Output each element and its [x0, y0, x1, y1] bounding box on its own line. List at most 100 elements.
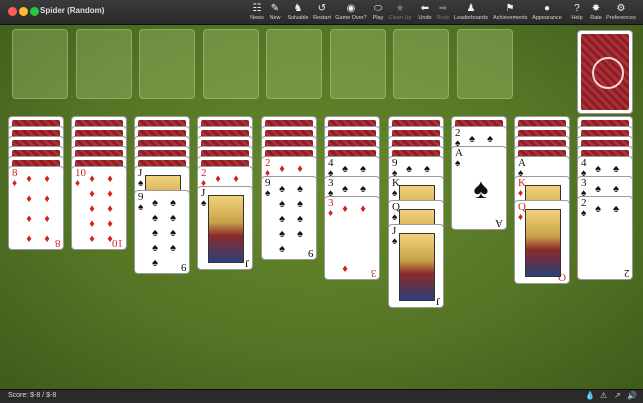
toolbar-achievements-button[interactable]: ⚑ Achievements	[493, 3, 528, 21]
suit-pip-icon: ♦	[342, 263, 348, 275]
game-board: 8♦8♦♦♦♦♦♦♦♦10♦10♦♦♦♦♦♦♦♦♦♦J♠J9♠9♠♠♠♠♠♠♠♠…	[0, 25, 643, 389]
card-j-spades[interactable]: J♠J	[197, 186, 253, 270]
card-rank-bottom: J	[435, 295, 440, 307]
suit-pip-icon: ♠	[297, 198, 303, 210]
suit-pip-icon: ♦	[26, 213, 32, 225]
card-a-spades[interactable]: A♠A♠	[451, 146, 507, 230]
suit-pip-icon: ♠	[595, 203, 601, 215]
suit-pip-icon: ♠	[170, 197, 176, 209]
suit-pip-icon: ♠	[170, 227, 176, 239]
title-bar: Spider (Random) ☷ News ✎ New ♞ Solvable ↺ Resta…	[0, 0, 643, 25]
suit-pip-icon: ♠	[342, 183, 348, 195]
suit-pip-icon: ♠	[152, 227, 158, 239]
suit-pip-icon: ♠	[613, 163, 619, 175]
suit-pip-icon: ♠	[152, 197, 158, 209]
stats-icon[interactable]: ↗	[614, 391, 621, 400]
drop-icon[interactable]: 💧	[585, 391, 595, 400]
foundation-slot[interactable]	[329, 29, 386, 99]
suit-pip-icon: ♦	[233, 173, 239, 185]
suit-pip-icon: ♠	[424, 163, 430, 175]
card-suit-icon: ♠	[581, 208, 587, 219]
foundation-slot[interactable]	[139, 29, 195, 99]
suit-pip-icon: ♦	[107, 188, 113, 200]
card-2-spades[interactable]: 2♠2♠♠	[577, 196, 633, 280]
card-3-diamonds[interactable]: 3 ♦ 3 ♦ ♦ ♦	[324, 196, 380, 280]
card-suit-icon: ♠	[201, 198, 207, 209]
suit-pip-icon: ♠	[152, 212, 158, 224]
card-suit-icon: ♠	[138, 178, 144, 189]
suit-pip-icon: ♦	[297, 163, 303, 175]
suit-pip-icon: ♠	[595, 183, 601, 195]
stock-pile[interactable]	[577, 30, 633, 114]
suit-pip-icon: ♦	[215, 173, 221, 185]
card-10-diamonds[interactable]: 10 ♦ 10 ♦ ♦ ♦ ♦ ♦ ♦ ♦ ♦ ♦ ♦	[71, 166, 127, 250]
card-suit-icon: ♦	[328, 208, 334, 219]
suit-pip-icon: ♦	[26, 233, 32, 245]
suit-pip-icon: ♠	[297, 183, 303, 195]
toolbar-leaderboards-button[interactable]: ♟ Leaderboards	[454, 3, 488, 21]
toolbar-label: Preferences	[606, 15, 636, 21]
suit-pip-icon: ♠	[170, 212, 176, 224]
card-rank-bottom: 3	[370, 267, 377, 279]
suit-pip-icon: ♦	[89, 233, 95, 245]
suit-pip-icon: ♠	[469, 133, 475, 145]
card-j-spades[interactable]: J♠J	[388, 224, 444, 308]
appearance-icon: ●	[543, 3, 551, 14]
court-figure	[208, 195, 244, 263]
score-text: Score: $-8 / $-8	[8, 392, 57, 399]
close-window-button[interactable]	[8, 7, 17, 16]
foundation-slot[interactable]	[266, 29, 322, 99]
warning-icon[interactable]: ⚠	[600, 391, 607, 400]
status-bar: Score: $-8 / $-8 💧 ⚠ ↗ 🔊	[0, 389, 643, 403]
card-pips: ♦ ♦ ♦ ♦ ♦ ♦ ♦ ♦	[21, 173, 55, 245]
card-rank-bottom: 9	[180, 261, 187, 273]
card-suit-icon: ♦	[518, 212, 524, 223]
card-suit-icon: ♠	[392, 236, 398, 247]
suit-pip-icon: ♠	[152, 242, 158, 254]
card-suit-icon: ♦	[518, 188, 524, 199]
suit-pip-icon: ♦	[44, 193, 50, 205]
card-8-diamonds[interactable]: 8 ♦ 8 ♦ ♦ ♦ ♦ ♦ ♦ ♦ ♦	[8, 166, 64, 250]
toolbar-preferences-button[interactable]: ⚙ Preferences	[604, 3, 638, 21]
foundation-slot[interactable]	[202, 29, 259, 99]
suit-pip-icon: ♦	[107, 218, 113, 230]
sound-icon[interactable]: 🔊	[627, 391, 637, 400]
card-suit-icon: ♠	[392, 188, 398, 199]
suit-pip-icon: ♠	[487, 133, 493, 145]
zoom-window-button[interactable]	[30, 7, 39, 16]
foundation-slot[interactable]	[75, 29, 132, 99]
card-9-spades[interactable]: 9♠9♠♠♠♠♠♠♠♠♠	[134, 190, 190, 274]
card-pips: ♦ ♦ ♦ ♦ ♦ ♦ ♦ ♦ ♦ ♦	[84, 173, 118, 245]
card-pips: ♠ ♠ ♠ ♠ ♠ ♠ ♠ ♠ ♠	[147, 197, 181, 269]
suit-pip-icon: ♦	[44, 173, 50, 185]
suit-pip-icon: ♦	[44, 233, 50, 245]
foundation-slot[interactable]	[12, 29, 68, 99]
minimize-window-button[interactable]	[19, 7, 28, 16]
card-q-diamonds[interactable]: Q ♦ Q	[514, 200, 570, 284]
card-rank-bottom: 9	[307, 247, 314, 259]
suit-pip-icon: ♦	[342, 203, 348, 215]
suit-pip-icon: ♠	[279, 198, 285, 210]
toolbar-label: Appearance	[532, 15, 562, 21]
suit-pip-icon: ♦	[107, 173, 113, 185]
card-pips: ♠ ♠ ♠ ♠ ♠ ♠ ♠ ♠ ♠	[274, 183, 308, 255]
card-rank-bottom: 2	[623, 267, 630, 279]
card-9-spades[interactable]: 9♠9♠♠♠♠♠♠♠♠♠	[261, 176, 317, 260]
suit-pip-icon: ♠	[279, 183, 285, 195]
suit-pip-icon: ♠	[613, 183, 619, 195]
suit-pip-icon: ♠	[170, 242, 176, 254]
card-suit-icon: ♠	[392, 212, 398, 223]
foundation-slot[interactable]	[393, 29, 449, 99]
suit-pip-icon: ♦	[26, 193, 32, 205]
foundation-slot[interactable]	[456, 29, 513, 99]
suit-pip-icon: ♠	[595, 163, 601, 175]
suit-pip-icon: ♠	[279, 243, 285, 255]
card-suit-icon: ♠	[265, 188, 271, 199]
suit-pip-icon: ♠	[279, 228, 285, 240]
toolbar-appearance-button[interactable]: ● Appearance	[530, 3, 564, 21]
suit-pip-icon: ♦	[107, 203, 113, 215]
card-suit-icon: ♠	[138, 202, 144, 213]
suit-pip-icon: ♠	[152, 257, 158, 269]
court-figure	[399, 233, 435, 301]
suit-pip-icon: ♠	[406, 163, 412, 175]
